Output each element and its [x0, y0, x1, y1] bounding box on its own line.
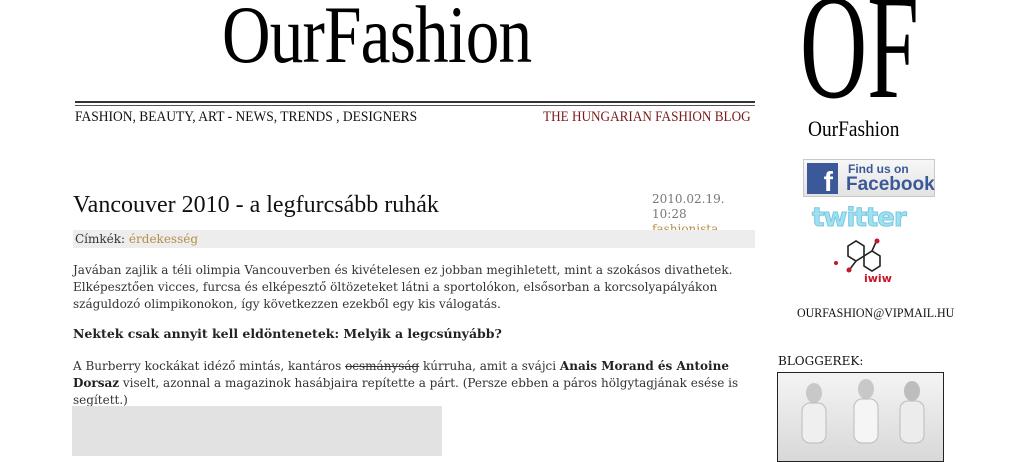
twitter-badge[interactable]: twitter [812, 203, 908, 234]
p3-strikethrough: ocsmányság [345, 359, 420, 373]
post-date: 2010.02.19. [652, 192, 725, 206]
facebook-wordmark: Facebook [846, 174, 935, 195]
header-rule-thin [75, 105, 755, 106]
post-paragraph-burberry: A Burberry kockákat idéző mintás, kantár… [73, 358, 773, 409]
post-title[interactable]: Vancouver 2010 - a legfurcsább ruhák [73, 192, 439, 219]
bloggers-figures [801, 379, 925, 444]
p3-text-b: kúrruha, amit a svájci [419, 359, 560, 373]
bloggers-photo[interactable] [777, 372, 944, 462]
contact-email[interactable]: OURFASHION@VIPMAIL.HU [797, 305, 954, 321]
bloggers-heading: BLOGGEREK: [778, 354, 864, 368]
header-tagline: THE HUNGARIAN FASHION BLOG [543, 109, 751, 125]
post-time: 10:28 [652, 207, 687, 221]
sidebar-of-logo[interactable]: OF [800, 0, 919, 122]
tags-label: Címkék: [75, 232, 126, 246]
header-rule [75, 101, 755, 103]
header-nav[interactable]: FASHION, BEAUTY, ART - NEWS, TRENDS , DE… [75, 109, 417, 126]
iwiw-icon: iwiw [834, 238, 892, 285]
sidebar-of-name: OurFashion [808, 116, 900, 141]
facebook-icon: f [807, 163, 838, 194]
post-paragraph-intro: Javában zajlik a téli olimpia Vancouverb… [73, 263, 733, 311]
post-tags-bar: Címkék: érdekesség [73, 230, 755, 248]
p3-text-a: A Burberry kockákat idéző mintás, kantár… [73, 359, 346, 373]
p3-text-c: viselt, azonnal a magazinok hasábjaira r… [73, 376, 739, 407]
facebook-badge[interactable]: f Find us on Facebook [803, 159, 935, 197]
site-logo[interactable]: OurFashion [222, 0, 532, 76]
post-image[interactable] [72, 406, 442, 456]
tag-link[interactable]: érdekesség [129, 232, 198, 246]
iwiw-badge[interactable]: iwiw [828, 236, 898, 286]
iwiw-text: iwiw [864, 272, 892, 285]
post-question: Nektek csak annyit kell eldöntenetek: Me… [73, 326, 502, 341]
